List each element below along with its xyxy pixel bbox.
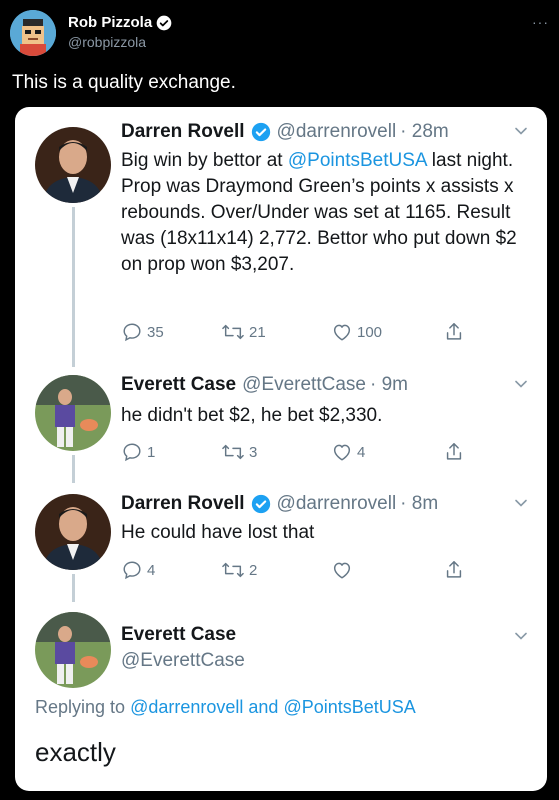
embedded-thread-card: Darren Rovell @darrenrovell · 28m Big wi… <box>15 107 547 791</box>
tweet-text: He could have lost that <box>121 522 315 543</box>
author-name[interactable]: Darren Rovell <box>121 121 245 143</box>
retweet-icon <box>222 562 244 578</box>
tweet-text: This is a quality exchange. <box>12 72 236 93</box>
author-handle[interactable]: @robpizzola <box>68 34 146 50</box>
verified-badge-icon <box>251 494 270 514</box>
author-handle[interactable]: @EverettCase <box>242 374 366 396</box>
author-name[interactable]: Rob Pizzola <box>68 14 172 31</box>
author-handle[interactable]: @darrenrovell <box>277 493 397 515</box>
reply-count: 1 <box>147 443 156 461</box>
like-button[interactable] <box>331 559 357 581</box>
tweet-actions: 35 21 100 <box>121 321 471 345</box>
tweet-time[interactable]: · 9m <box>370 374 408 396</box>
chevron-down-icon[interactable] <box>513 123 529 139</box>
reply-button[interactable]: 1 <box>121 441 155 463</box>
author-handle[interactable]: @EverettCase <box>121 650 245 672</box>
author-name[interactable]: Everett Case <box>121 624 236 646</box>
tweet-actions: 4 2 <box>121 559 471 583</box>
verified-badge-icon <box>251 122 270 142</box>
chevron-down-icon[interactable] <box>513 495 529 511</box>
replying-and: and <box>243 697 284 717</box>
replying-to: Replying to @darrenrovell and @PointsBet… <box>35 697 416 718</box>
mention-link[interactable]: @PointsBetUSA <box>283 697 415 717</box>
reply-icon <box>123 561 141 580</box>
reply-icon <box>123 323 141 342</box>
more-options-icon[interactable]: ··· <box>532 14 549 30</box>
heart-icon <box>333 562 351 579</box>
retweet-icon <box>222 444 244 460</box>
avatar[interactable] <box>35 375 111 451</box>
chevron-down-icon[interactable] <box>513 376 529 392</box>
tweet-body: Big win by bettor at @PointsBetUSA last … <box>121 148 531 278</box>
tweet-text: exactly <box>35 737 116 767</box>
retweet-icon <box>222 324 244 340</box>
avatar[interactable] <box>35 127 111 203</box>
retweet-count: 3 <box>249 443 258 461</box>
author-name[interactable]: Darren Rovell <box>121 493 245 515</box>
tweet-subheader: @EverettCase <box>121 650 245 672</box>
share-icon <box>446 323 462 340</box>
retweet-count: 2 <box>249 561 258 579</box>
verified-badge-icon <box>156 15 172 30</box>
mention-link[interactable]: @darrenrovell <box>130 697 243 717</box>
thread-connector <box>72 574 75 602</box>
heart-icon <box>333 444 351 461</box>
like-count: 100 <box>357 323 383 341</box>
share-icon <box>446 561 462 578</box>
retweet-button[interactable]: 21 <box>221 321 266 343</box>
replying-to-label: Replying to <box>35 697 131 717</box>
thread-connector <box>72 455 75 483</box>
tweet-time[interactable]: · 28m <box>400 121 449 143</box>
avatar[interactable] <box>10 10 56 56</box>
mention-link[interactable]: @PointsBetUSA <box>288 150 427 171</box>
tweet-text: Big win by bettor at <box>121 150 288 171</box>
reply-button[interactable]: 35 <box>121 321 164 343</box>
share-button[interactable] <box>443 559 465 581</box>
tweet-header: Everett Case @EverettCase · 9m <box>121 374 408 396</box>
tweet-text: he didn't bet $2, he bet $2,330. <box>121 405 383 426</box>
author-name[interactable]: Everett Case <box>121 374 236 396</box>
avatar[interactable] <box>35 494 111 570</box>
tweet-header: Everett Case <box>121 624 236 646</box>
thread-connector <box>72 207 75 367</box>
reply-count: 35 <box>147 323 164 341</box>
author-handle[interactable]: @darrenrovell <box>277 121 397 143</box>
tweet-header: Darren Rovell @darrenrovell · 8m <box>121 493 438 515</box>
like-button[interactable]: 4 <box>331 441 365 463</box>
tweet-time[interactable]: · 8m <box>400 493 438 515</box>
tweet-header: Darren Rovell @darrenrovell · 28m <box>121 121 449 143</box>
share-button[interactable] <box>443 441 465 463</box>
tweet-actions: 1 3 4 <box>121 441 471 465</box>
reply-count: 4 <box>147 561 156 579</box>
retweet-button[interactable]: 3 <box>221 441 257 463</box>
heart-icon <box>333 324 351 341</box>
avatar[interactable] <box>35 612 111 688</box>
share-button[interactable] <box>443 321 465 343</box>
like-count: 4 <box>357 443 366 461</box>
retweet-count: 21 <box>249 323 266 341</box>
reply-button[interactable]: 4 <box>121 559 155 581</box>
retweet-button[interactable]: 2 <box>221 559 257 581</box>
share-icon <box>446 443 462 460</box>
chevron-down-icon[interactable] <box>513 628 529 644</box>
author-name-text: Rob Pizzola <box>68 14 153 31</box>
like-button[interactable]: 100 <box>331 321 382 343</box>
reply-icon <box>123 443 141 462</box>
outer-tweet-header: Rob Pizzola @robpizzola ··· <box>10 8 549 58</box>
